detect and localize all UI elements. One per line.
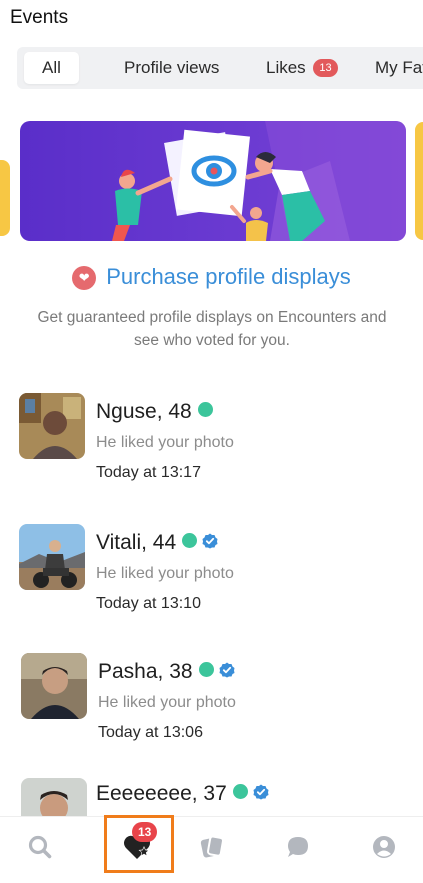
event-tabs: All Profile views Likes 13 My Favo	[17, 47, 423, 89]
user-name-age: Pasha, 38	[98, 660, 193, 683]
event-time: Today at 13:10	[96, 595, 201, 612]
likes-count-badge: 13	[313, 59, 338, 77]
promo-banner[interactable]	[20, 121, 406, 241]
verified-badge-icon	[202, 533, 218, 549]
avatar[interactable]	[19, 393, 85, 459]
previous-banner-peek[interactable]	[0, 160, 10, 236]
tab-my-favorites[interactable]: My Favo	[375, 52, 423, 84]
event-item[interactable]: Nguse, 48 He liked your photo Today at 1…	[0, 392, 423, 502]
tab-profile-views[interactable]: Profile views	[124, 52, 219, 84]
event-action: He liked your photo	[96, 434, 234, 451]
event-time: Today at 13:17	[96, 464, 201, 481]
promo-description: Get guaranteed profile displays on Encou…	[37, 309, 387, 349]
avatar[interactable]	[21, 653, 87, 719]
online-status-dot	[182, 533, 198, 548]
profile-icon	[373, 836, 395, 858]
online-status-dot	[232, 784, 248, 799]
tab-all[interactable]: All	[24, 52, 79, 84]
tab-likes-label: Likes	[266, 58, 306, 77]
user-name-age: Eeeeeeee, 37	[96, 782, 227, 805]
verified-badge-icon	[219, 662, 235, 678]
nav-profile[interactable]	[354, 817, 414, 877]
promo-illustration	[112, 121, 406, 241]
cards-icon	[200, 835, 224, 858]
avatar[interactable]	[19, 524, 85, 590]
nav-search[interactable]	[10, 817, 70, 877]
promo-title-text: Purchase profile displays	[106, 264, 351, 289]
tab-likes[interactable]: Likes 13	[266, 52, 338, 84]
heart-icon: ❤	[72, 266, 97, 290]
events-count-badge: 13	[132, 822, 158, 842]
page-title: Events	[10, 7, 69, 28]
verified-badge-icon	[253, 784, 269, 800]
chat-bubble-icon	[288, 837, 308, 857]
event-time: Today at 13:06	[98, 724, 203, 741]
purchase-displays-link[interactable]: ❤ Purchase profile displays	[0, 264, 423, 290]
event-item[interactable]: Vitali, 44 He liked your photo Today at …	[0, 523, 423, 633]
event-name-line: Vitali, 44	[96, 531, 218, 555]
nav-encounters[interactable]	[182, 817, 242, 877]
online-status-dot	[197, 402, 213, 417]
user-name-age: Vitali, 44	[96, 531, 177, 554]
event-item[interactable]: Pasha, 38 He liked your photo Today at 1…	[0, 652, 423, 762]
event-name-line: Nguse, 48	[96, 400, 213, 424]
event-action: He liked your photo	[98, 694, 236, 711]
event-name-line: Eeeeeeee, 37	[96, 782, 269, 806]
event-name-line: Pasha, 38	[98, 660, 235, 684]
online-status-dot	[198, 662, 214, 677]
event-action: He liked your photo	[96, 565, 234, 582]
user-name-age: Nguse, 48	[96, 400, 192, 423]
bottom-navigation: 13	[0, 815, 423, 883]
next-banner-peek[interactable]	[415, 122, 423, 240]
search-icon	[28, 835, 52, 859]
nav-messages[interactable]	[268, 817, 328, 877]
